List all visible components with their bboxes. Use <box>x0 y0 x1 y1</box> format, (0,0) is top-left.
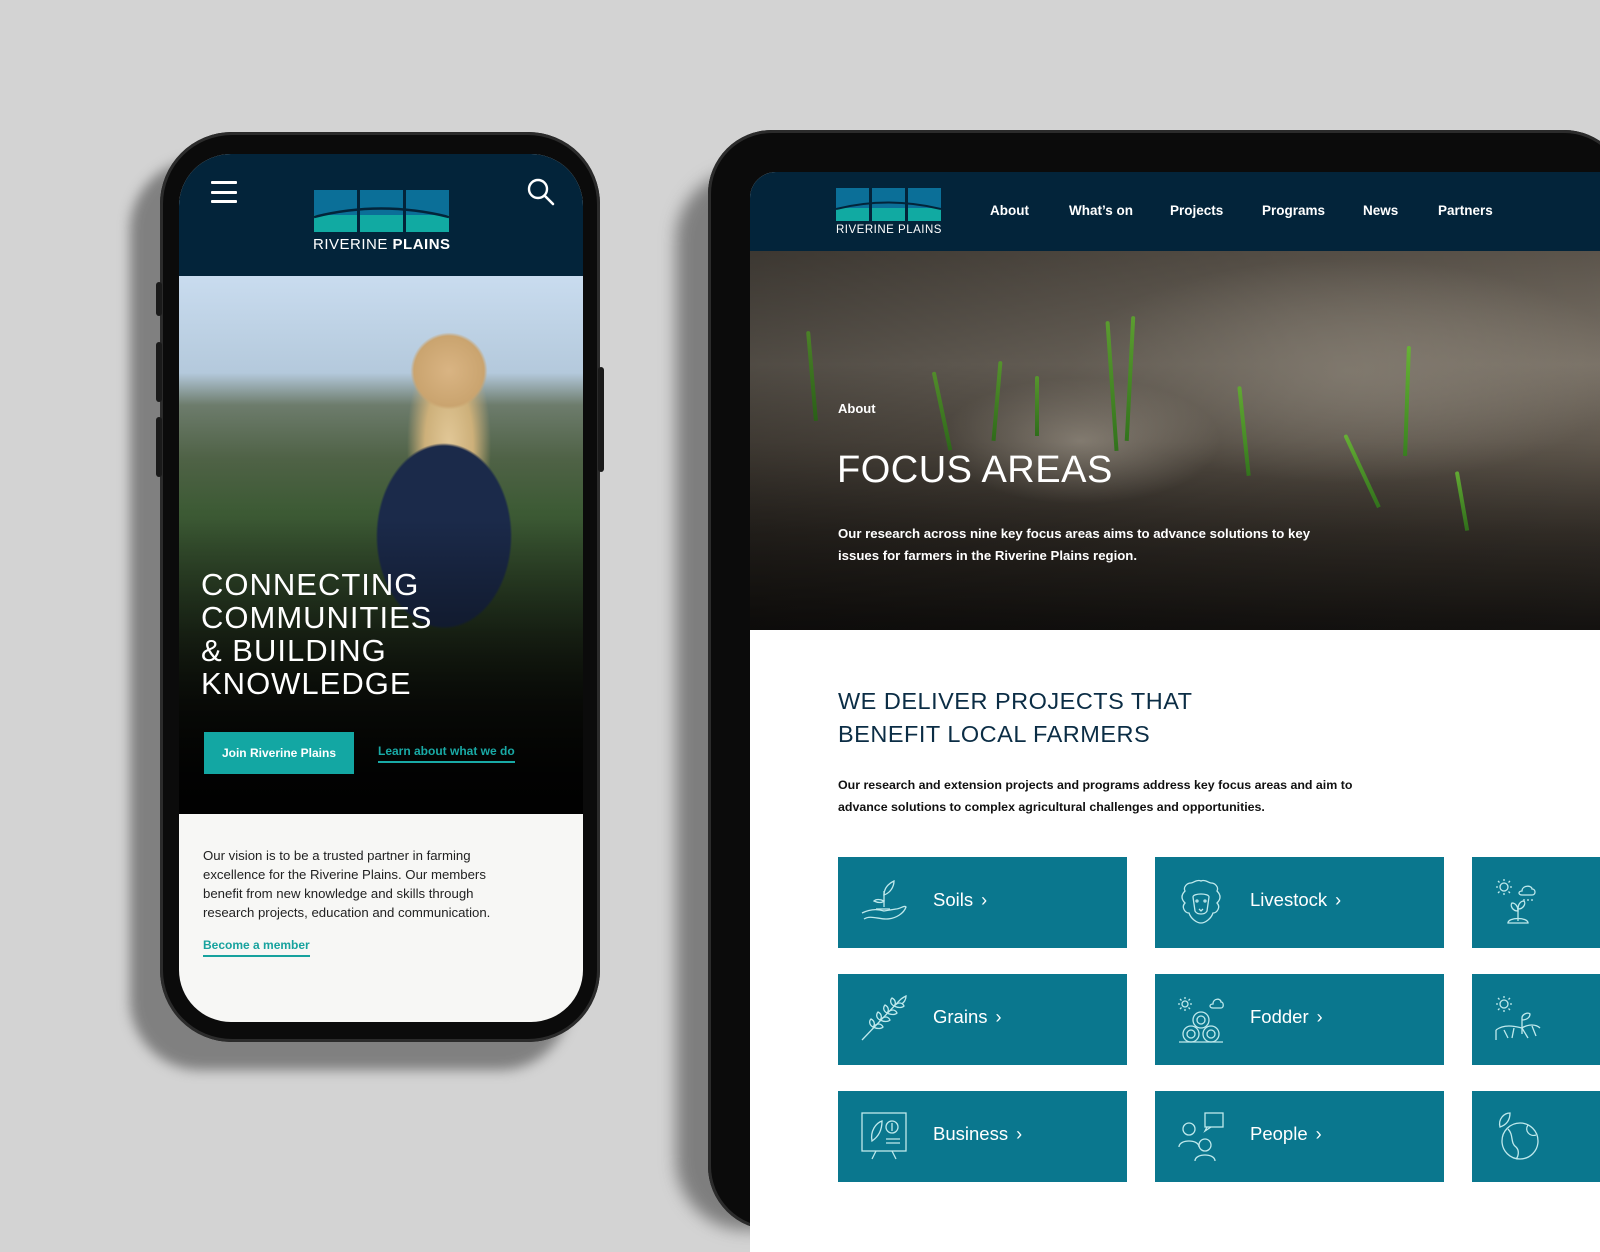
hamburger-menu-icon[interactable] <box>211 181 237 203</box>
vision-text: Our vision is to be a trusted partner in… <box>203 848 491 920</box>
hero-title: CONNECTING COMMUNITIES & BUILDING KNOWLE… <box>201 567 433 701</box>
wheat-icon <box>861 994 907 1041</box>
people-chat-icon <box>1178 1112 1224 1161</box>
presentation-board-icon <box>861 1112 907 1160</box>
nav-projects[interactable]: Projects <box>1170 203 1223 218</box>
focus-tile-people[interactable]: People › <box>1155 1091 1444 1182</box>
hero-image-overlay <box>750 251 1600 630</box>
breadcrumb[interactable]: About <box>838 401 876 416</box>
search-icon[interactable] <box>527 178 555 206</box>
tablet-screen: RIVERINE PLAINS About What’s on Projects… <box>750 172 1600 1252</box>
chevron-right-icon: › <box>1316 1007 1323 1027</box>
hero-lead-text: Our research across nine key focus areas… <box>838 526 1311 563</box>
section-text: Our research and extension projects and … <box>838 778 1353 814</box>
hay-bales-icon <box>1178 997 1224 1043</box>
phone-device: RIVERINE PLAINS CONNECTING COMMUNITIES &… <box>156 132 604 1042</box>
chevron-right-icon: › <box>1335 890 1342 910</box>
logo-text: RIVERINE PLAINS <box>836 224 942 236</box>
nav-whats-on[interactable]: What’s on <box>1069 203 1133 218</box>
phone-power-button <box>598 367 604 472</box>
logo-mark-icon <box>314 190 450 232</box>
tile-label: Grains › <box>933 1006 1002 1027</box>
phone-screen: RIVERINE PLAINS CONNECTING COMMUNITIES &… <box>179 154 583 1022</box>
tablet-hero: About FOCUS AREAS Our research across ni… <box>750 251 1600 630</box>
logo-mark-icon <box>836 188 942 221</box>
tile-label: People › <box>1250 1123 1322 1144</box>
logo[interactable]: RIVERINE PLAINS <box>313 190 451 253</box>
tile-label: Livestock › <box>1250 889 1342 910</box>
logo[interactable]: RIVERINE PLAINS <box>836 188 942 236</box>
page-title: FOCUS AREAS <box>837 449 1113 491</box>
focus-tile-climate[interactable] <box>1472 857 1600 948</box>
phone-hero: CONNECTING COMMUNITIES & BUILDING KNOWLE… <box>179 276 583 814</box>
sheep-icon <box>1181 879 1221 924</box>
section-heading: WE DELIVER PROJECTS THAT BENEFIT LOCAL F… <box>838 688 1193 747</box>
focus-tile-soils[interactable]: Soils › <box>838 857 1127 948</box>
weather-seedling-icon <box>1496 879 1536 924</box>
tablet-device: RIVERINE PLAINS About What’s on Projects… <box>708 130 1600 1252</box>
tablet-nav: RIVERINE PLAINS About What’s on Projects… <box>750 172 1600 251</box>
focus-tile-sustainability[interactable] <box>1472 1091 1600 1182</box>
phone-volume-up <box>156 342 162 402</box>
tile-label: Business › <box>933 1123 1023 1144</box>
join-button[interactable]: Join Riverine Plains <box>204 732 354 774</box>
focus-tile-environment[interactable] <box>1472 974 1600 1065</box>
nav-news[interactable]: News <box>1363 203 1398 218</box>
tile-label: Soils › <box>933 889 988 910</box>
nav-programs[interactable]: Programs <box>1262 203 1325 218</box>
chevron-right-icon: › <box>995 1007 1002 1027</box>
globe-leaf-icon <box>1498 1112 1539 1160</box>
nav-about[interactable]: About <box>990 203 1029 218</box>
focus-tile-livestock[interactable]: Livestock › <box>1155 857 1444 948</box>
chevron-right-icon: › <box>1315 1124 1322 1144</box>
learn-more-link[interactable]: Learn about what we do <box>378 744 515 763</box>
nav-partners[interactable]: Partners <box>1438 203 1493 218</box>
chevron-right-icon: › <box>981 890 988 910</box>
sun-plant-soil-icon <box>1495 996 1541 1040</box>
phone-header: RIVERINE PLAINS <box>179 154 583 276</box>
focus-tile-business[interactable]: Business › <box>838 1091 1127 1182</box>
chevron-right-icon: › <box>1016 1124 1023 1144</box>
logo-text: RIVERINE PLAINS <box>313 236 451 253</box>
focus-tile-fodder[interactable]: Fodder › <box>1155 974 1444 1065</box>
focus-tile-grains[interactable]: Grains › <box>838 974 1127 1065</box>
tile-label: Fodder › <box>1250 1006 1323 1027</box>
phone-side-button <box>156 282 162 316</box>
become-member-link[interactable]: Become a member <box>203 938 310 957</box>
phone-volume-down <box>156 417 162 477</box>
hand-seedling-icon <box>861 879 907 920</box>
